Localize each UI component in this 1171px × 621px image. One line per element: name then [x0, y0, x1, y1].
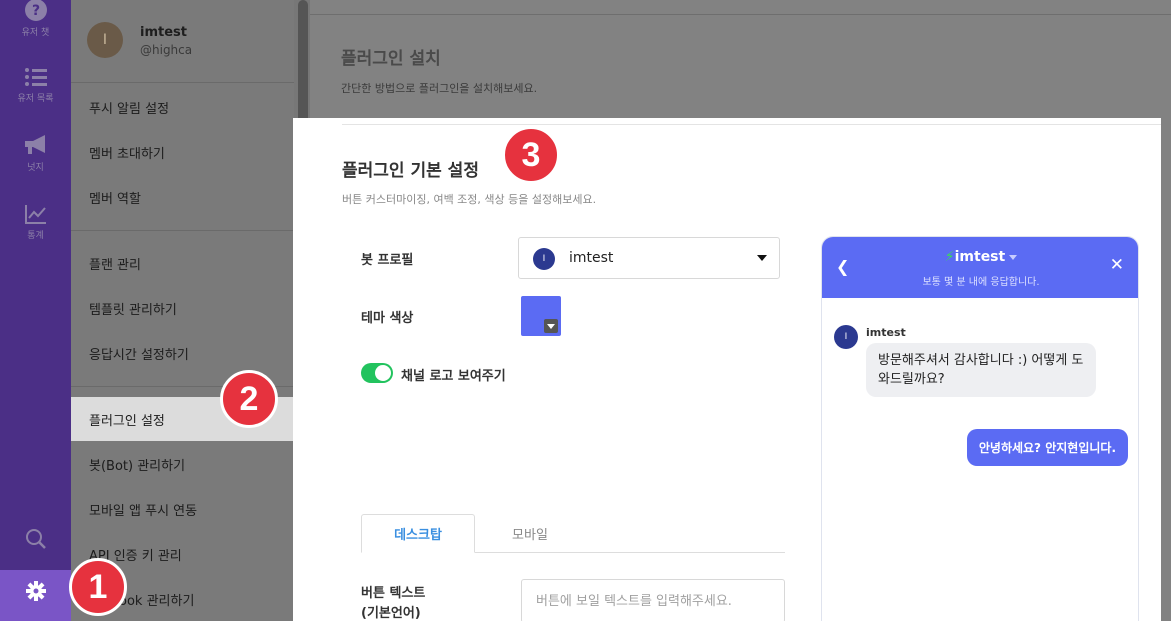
rail-settings-button[interactable]	[0, 570, 71, 621]
settings-sidebar: I imtest @highca 푸시 알림 설정 멤버 초대하기 멤버 역할 …	[71, 0, 294, 621]
caret-down-icon	[757, 255, 767, 261]
button-text-label-sub: (기본언어)	[361, 606, 421, 621]
menu-bot[interactable]: 봇(Bot) 관리하기	[71, 442, 294, 486]
caret-down-icon	[1009, 254, 1018, 260]
step-badge-3: 3	[502, 126, 560, 184]
chat-title: ⚡imtest	[822, 249, 1138, 265]
menu-invite-member[interactable]: 멤버 초대하기	[71, 130, 294, 174]
rail-search-button[interactable]	[0, 528, 71, 553]
divider	[310, 14, 1171, 15]
profile-handle: @highca	[140, 43, 193, 57]
rail-item-stats[interactable]: 통계	[0, 203, 71, 241]
chat-subtitle: 보통 몇 분 내에 응답합니다.	[922, 277, 1040, 288]
rail-item-user-chat[interactable]: ? 유저 챗	[0, 0, 71, 38]
button-text-label: 버튼 텍스트	[361, 586, 426, 601]
bot-profile-label: 봇 프로필	[361, 253, 414, 268]
rail-label: 통계	[27, 231, 44, 241]
svg-text:?: ?	[31, 3, 39, 19]
dropdown-icon	[544, 319, 558, 333]
menu-response-time[interactable]: 응답시간 설정하기	[71, 331, 294, 375]
megaphone-icon	[24, 135, 45, 154]
bot-avatar: I	[533, 248, 555, 270]
left-rail: ? 유저 챗 유저 목록 넛지 통계	[0, 0, 71, 621]
user-message: 안녕하세요? 안지현입니다.	[966, 429, 1128, 466]
avatar: I	[87, 22, 123, 58]
bot-profile-select[interactable]: I imtest	[518, 237, 780, 279]
help-icon: ?	[24, 0, 47, 21]
plugin-settings-panel: 플러그인 기본 설정 버튼 커스터마이징, 여백 조정, 색상 등을 설정해보세…	[293, 118, 1161, 621]
theme-color-label: 테마 색상	[361, 311, 414, 326]
step-badge-2: 2	[220, 370, 278, 428]
theme-color-picker[interactable]	[521, 296, 561, 336]
bot-avatar: I	[834, 325, 858, 349]
chat-preview: ❮ ⚡imtest 보통 몇 분 내에 응답합니다. ✕ I imtest 방문…	[821, 236, 1139, 621]
chat-header: ❮ ⚡imtest 보통 몇 분 내에 응답합니다. ✕	[822, 237, 1138, 298]
gear-icon	[26, 581, 46, 601]
rail-label: 넛지	[27, 163, 44, 173]
menu-mobile-push[interactable]: 모바일 앱 푸시 연동	[71, 487, 294, 531]
rail-label: 유저 목록	[17, 94, 54, 104]
menu-plan[interactable]: 플랜 관리	[71, 241, 294, 285]
close-icon[interactable]: ✕	[1110, 255, 1124, 275]
divider	[71, 230, 294, 231]
rail-item-nudge[interactable]: 넛지	[0, 133, 71, 173]
rail-item-user-list[interactable]: 유저 목록	[0, 66, 71, 104]
menu-push-notification[interactable]: 푸시 알림 설정	[71, 85, 294, 129]
profile-name: imtest	[140, 25, 187, 40]
search-icon	[25, 529, 46, 549]
menu-templates[interactable]: 템플릿 관리하기	[71, 286, 294, 330]
chart-icon	[24, 205, 46, 224]
channel-logo-toggle[interactable]	[361, 363, 393, 383]
button-text-input[interactable]	[521, 579, 785, 621]
channel-logo-toggle-label: 채널 로고 보여주기	[401, 369, 506, 384]
divider	[342, 124, 1161, 125]
rail-label: 유저 챗	[21, 28, 50, 38]
menu-member-role[interactable]: 멤버 역할	[71, 175, 294, 219]
list-icon	[24, 68, 47, 86]
bot-message: 방문해주셔서 감사합니다 :) 어떻게 도와드릴까요?	[866, 343, 1096, 397]
bot-name: imtest	[866, 326, 906, 339]
divider	[71, 82, 294, 83]
bot-profile-value: imtest	[569, 250, 614, 266]
plugin-install-title: 플러그인 설치	[341, 49, 441, 69]
panel-title: 플러그인 기본 설정	[342, 161, 479, 181]
tab-desktop[interactable]: 데스크탑	[361, 514, 475, 553]
bolt-icon: ⚡	[944, 249, 955, 265]
step-badge-1: 1	[69, 558, 127, 616]
panel-subtitle: 버튼 커스터마이징, 여백 조정, 색상 등을 설정해보세요.	[342, 193, 597, 206]
plugin-install-subtitle: 간단한 방법으로 플러그인을 설치해보세요.	[341, 82, 538, 95]
tab-mobile[interactable]: 모바일	[483, 514, 577, 553]
chat-title-text: imtest	[954, 249, 1006, 265]
